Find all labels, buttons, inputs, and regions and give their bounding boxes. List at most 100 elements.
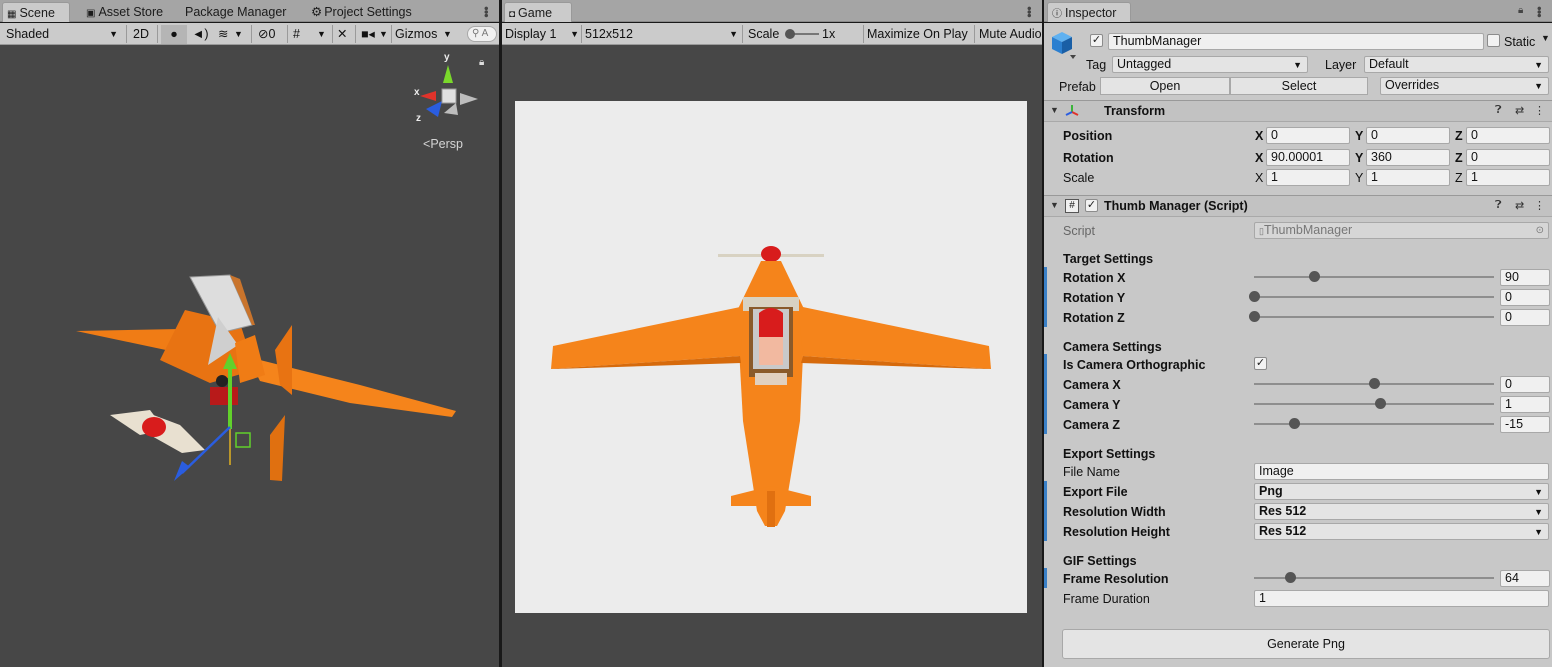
grid-toggle[interactable]: #: [293, 25, 300, 44]
maximize-on-play-toggle[interactable]: Maximize On Play: [867, 25, 968, 44]
active-checkbox[interactable]: ✓: [1090, 34, 1103, 47]
transform-header[interactable]: ▼ Transform ❓︎ ⇄ ⋮: [1044, 100, 1552, 122]
scale-z-input[interactable]: 1: [1466, 169, 1550, 186]
rotation-y-input[interactable]: 360: [1366, 149, 1450, 166]
tab-scene[interactable]: ▦ Scene: [2, 2, 70, 22]
panel-divider[interactable]: [499, 0, 502, 667]
preset-icon[interactable]: ⇄: [1515, 199, 1524, 212]
res-height-dropdown[interactable]: Res 512 ▼: [1254, 523, 1549, 540]
file-name-input[interactable]: Image: [1254, 463, 1549, 480]
frame-res-value-input[interactable]: 64: [1500, 570, 1550, 587]
layer-dropdown[interactable]: Default ▼: [1364, 56, 1549, 73]
rotation-x-input[interactable]: 90.00001: [1266, 149, 1350, 166]
camera-dropdown[interactable]: ▼: [379, 25, 388, 44]
position-z-input[interactable]: 0: [1466, 127, 1550, 144]
ortho-checkbox[interactable]: ✓: [1254, 357, 1267, 370]
airplane-3d-model[interactable]: [70, 265, 470, 495]
scene-viewport[interactable]: y x z 🔒︎ <Persp: [0, 45, 499, 667]
rotation-y-slider-handle[interactable]: [1249, 291, 1260, 302]
prefab-select-button[interactable]: Select: [1230, 77, 1368, 95]
script-reference-field[interactable]: ▯ThumbManager ⊙: [1254, 222, 1549, 239]
toggle-2d-button[interactable]: 2D: [133, 25, 149, 44]
script-component-header[interactable]: ▼ # ✓ Thumb Manager (Script) ❓︎ ⇄ ⋮: [1044, 195, 1552, 217]
camera-y-value-input[interactable]: 1: [1500, 396, 1550, 413]
chevron-down-icon: ▼: [1293, 60, 1302, 70]
export-file-dropdown[interactable]: Png ▼: [1254, 483, 1549, 500]
tab-asset-store[interactable]: ▣ Asset Store: [82, 2, 163, 22]
gizmos-button[interactable]: Gizmos: [395, 25, 437, 44]
scene-orientation-gizmo[interactable]: y x z: [408, 51, 488, 151]
lock-icon[interactable]: 🔒︎: [1518, 5, 1523, 16]
scene-visibility-toggle[interactable]: ⊘0: [258, 25, 275, 44]
camera-y-slider[interactable]: [1254, 398, 1494, 409]
effects-toggle[interactable]: ≋: [218, 25, 228, 44]
rotation-y-slider[interactable]: [1249, 291, 1494, 302]
object-picker-icon[interactable]: ⊙: [1536, 223, 1544, 238]
rotation-y-value-input[interactable]: 0: [1500, 289, 1550, 306]
frame-res-slider[interactable]: [1254, 572, 1494, 583]
frame-duration-input[interactable]: 1: [1254, 590, 1549, 607]
object-name-input[interactable]: ThumbManager: [1108, 33, 1484, 50]
gizmos-dropdown[interactable]: ▼: [443, 25, 452, 44]
tab-inspector[interactable]: ⓘ Inspector: [1047, 2, 1131, 22]
tab-package-manager[interactable]: Package Manager: [181, 2, 286, 22]
camera-z-slider[interactable]: [1254, 418, 1494, 429]
position-y-input[interactable]: 0: [1366, 127, 1450, 144]
camera-z-value-input[interactable]: -15: [1500, 416, 1550, 433]
tab-project-settings[interactable]: ⚙ Project Settings: [307, 2, 412, 22]
camera-x-value-input[interactable]: 0: [1500, 376, 1550, 393]
audio-toggle[interactable]: ◄): [192, 25, 209, 44]
rotation-y-label: Y: [1355, 151, 1364, 165]
rotation-z-value-input[interactable]: 0: [1500, 309, 1550, 326]
position-x-input[interactable]: 0: [1266, 127, 1350, 144]
rotation-x-value: 90.00001: [1271, 150, 1324, 164]
game-menu-icon[interactable]: •••: [1022, 6, 1037, 17]
rotation-x-value-input[interactable]: 90: [1500, 269, 1550, 286]
camera-z-slider-handle[interactable]: [1289, 418, 1301, 429]
mute-audio-toggle[interactable]: Mute Audio: [979, 25, 1042, 44]
res-width-dropdown[interactable]: Res 512 ▼: [1254, 503, 1549, 520]
generate-png-button[interactable]: Generate Png: [1062, 629, 1550, 659]
inspector-menu-icon[interactable]: •••: [1532, 6, 1547, 17]
resolution-dropdown[interactable]: 512x512 ▼: [585, 25, 738, 44]
context-menu-icon[interactable]: ⋮: [1534, 104, 1545, 117]
camera-toggle[interactable]: ■◂: [361, 25, 375, 44]
static-dropdown[interactable]: ▼: [1541, 33, 1550, 43]
scale-x-input[interactable]: 1: [1266, 169, 1350, 186]
effects-dropdown[interactable]: ▼: [234, 25, 243, 44]
scene-search-input[interactable]: ⚲ A: [467, 26, 497, 42]
help-icon[interactable]: ❓︎: [1495, 199, 1502, 212]
help-icon[interactable]: ❓︎: [1495, 104, 1502, 117]
camera-y-slider-handle[interactable]: [1374, 398, 1386, 409]
scene-menu-icon[interactable]: •••: [479, 6, 494, 17]
panel-divider[interactable]: [1042, 0, 1044, 667]
lighting-toggle[interactable]: ●: [161, 25, 187, 44]
shading-mode-dropdown[interactable]: Shaded ▼: [6, 25, 122, 44]
scale-y-input[interactable]: 1: [1366, 169, 1450, 186]
persp-toggle[interactable]: <Persp: [423, 137, 463, 151]
rotation-z-input[interactable]: 0: [1466, 149, 1550, 166]
script-enabled-checkbox[interactable]: ✓: [1085, 199, 1098, 212]
tag-dropdown[interactable]: Untagged ▼: [1112, 56, 1308, 73]
tab-game[interactable]: ◘ Game: [504, 2, 572, 22]
context-menu-icon[interactable]: ⋮: [1534, 199, 1545, 212]
tools-toggle[interactable]: ✕: [337, 25, 347, 44]
frame-res-slider-handle[interactable]: [1285, 572, 1296, 583]
rotation-z-slider[interactable]: [1249, 311, 1494, 322]
grid-dropdown[interactable]: ▼: [317, 25, 326, 44]
camera-x-slider[interactable]: [1254, 378, 1494, 389]
prefab-overrides-dropdown[interactable]: Overrides ▼: [1380, 77, 1549, 95]
rotation-z-slider-handle[interactable]: [1249, 311, 1260, 322]
static-checkbox[interactable]: [1487, 34, 1500, 47]
rotation-x-slider[interactable]: [1254, 271, 1494, 282]
lock-icon[interactable]: 🔒︎: [479, 57, 484, 68]
camera-x-slider-handle[interactable]: [1369, 378, 1380, 389]
game-viewport[interactable]: [502, 45, 1042, 667]
prefab-open-button[interactable]: Open: [1100, 77, 1230, 95]
display-dropdown[interactable]: Display 1 ▼: [505, 25, 579, 44]
preset-icon[interactable]: ⇄: [1515, 104, 1524, 117]
scale-slider[interactable]: [785, 29, 819, 39]
chevron-down-icon: ▼: [1534, 60, 1543, 70]
scale-slider-handle[interactable]: [785, 29, 795, 39]
rotation-x-slider-handle[interactable]: [1309, 271, 1320, 282]
